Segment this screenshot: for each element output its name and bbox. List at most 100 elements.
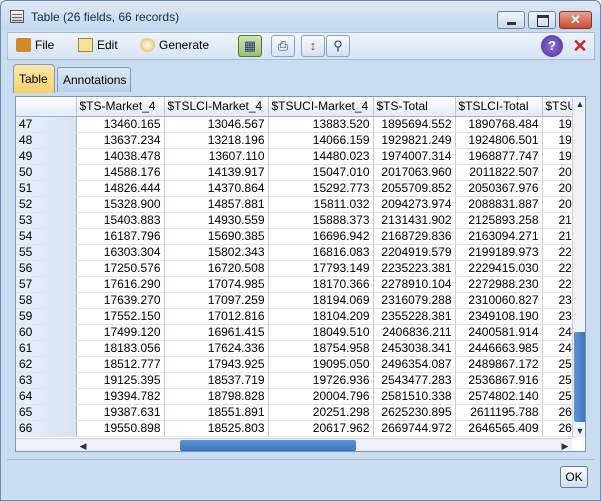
table-cell[interactable]: 17499.120: [76, 324, 165, 341]
table-row[interactable]: 53 15403.883 14930.559 15888.373 2131431.902…: [16, 212, 583, 229]
row-number-cell[interactable]: 50: [16, 164, 77, 181]
horizontal-scroll-thumb[interactable]: [180, 440, 356, 451]
table-cell[interactable]: 20004.796: [268, 388, 374, 405]
table-cell[interactable]: 15328.900: [76, 196, 165, 213]
row-number-cell[interactable]: 48: [16, 132, 77, 149]
table-cell[interactable]: 2581510.338: [373, 388, 456, 405]
table-cell[interactable]: 2536867.916: [455, 372, 543, 389]
table-cell[interactable]: 18512.777: [76, 356, 165, 373]
table-row[interactable]: 66 19550.898 18525.803 20617.962 2669744.972…: [16, 420, 583, 437]
table-row[interactable]: 50 14588.176 14139.917 15047.010 2017063.960…: [16, 164, 583, 181]
table-cell[interactable]: 19726.936: [268, 372, 374, 389]
table-cell[interactable]: 15690.385: [164, 228, 269, 245]
table-cell[interactable]: 17074.985: [164, 276, 269, 293]
table-cell[interactable]: 13046.567: [164, 116, 269, 133]
table-cell[interactable]: 2163094.271: [455, 228, 543, 245]
table-cell[interactable]: 2446663.985: [455, 340, 543, 357]
row-number-cell[interactable]: 64: [16, 388, 77, 405]
table-cell[interactable]: 16816.083: [268, 244, 374, 261]
table-cell[interactable]: 14588.176: [76, 164, 165, 181]
table-cell[interactable]: 14139.917: [164, 164, 269, 181]
table-cell[interactable]: 19387.631: [76, 404, 165, 421]
table-cell[interactable]: 17943.925: [164, 356, 269, 373]
row-number-cell[interactable]: 56: [16, 260, 77, 277]
table-cell[interactable]: 13637.234: [76, 132, 165, 149]
table-row[interactable]: 47 13460.165 13046.567 13883.520 1895694.552…: [16, 116, 583, 133]
row-number-cell[interactable]: 63: [16, 372, 77, 389]
row-number-cell[interactable]: 66: [16, 420, 77, 437]
tab-table[interactable]: Table: [13, 64, 55, 93]
table-cell[interactable]: 19550.898: [76, 420, 165, 437]
row-number-cell[interactable]: 47: [16, 116, 77, 133]
row-number-cell[interactable]: 58: [16, 292, 77, 309]
table-cell[interactable]: 2278910.104: [373, 276, 456, 293]
table-cell[interactable]: 2235223.381: [373, 260, 456, 277]
table-cell[interactable]: 17624.336: [164, 340, 269, 357]
table-cell[interactable]: 17639.270: [76, 292, 165, 309]
table-cell[interactable]: 14857.881: [164, 196, 269, 213]
table-row[interactable]: 52 15328.900 14857.881 15811.032 2094273.974…: [16, 196, 583, 213]
table-row[interactable]: 48 13637.234 13218.196 14066.159 1929821.249…: [16, 132, 583, 149]
table-cell[interactable]: 15888.373: [268, 212, 374, 229]
table-cell[interactable]: 2094273.974: [373, 196, 456, 213]
table-row[interactable]: 51 14826.444 14370.864 15292.773 2055709.852…: [16, 180, 583, 197]
table-row[interactable]: 54 16187.796 15690.385 16696.942 2168729.836…: [16, 228, 583, 245]
table-cell[interactable]: 1968877.747: [455, 148, 543, 165]
table-row[interactable]: 59 17552.150 17012.816 18104.209 2355228.381…: [16, 308, 583, 325]
close-button[interactable]: ✕: [569, 35, 591, 57]
table-cell[interactable]: 13218.196: [164, 132, 269, 149]
table-cell[interactable]: 2055709.852: [373, 180, 456, 197]
row-number-cell[interactable]: 54: [16, 228, 77, 245]
table-cell[interactable]: 2272988.230: [455, 276, 543, 293]
scroll-up-icon[interactable]: ▲: [573, 97, 585, 111]
table-cell[interactable]: 18798.828: [164, 388, 269, 405]
table-cell[interactable]: 2131431.902: [373, 212, 456, 229]
table-cell[interactable]: 2050367.976: [455, 180, 543, 197]
table-cell[interactable]: 16696.942: [268, 228, 374, 245]
table-cell[interactable]: 15802.343: [164, 244, 269, 261]
column-header-rownum[interactable]: [16, 97, 77, 117]
table-cell[interactable]: 13460.165: [76, 116, 165, 133]
table-cell[interactable]: 18551.891: [164, 404, 269, 421]
table-cell[interactable]: 2125893.258: [455, 212, 543, 229]
table-cell[interactable]: 2088831.887: [455, 196, 543, 213]
table-row[interactable]: 49 14038.478 13607.110 14480.023 1974007.314…: [16, 148, 583, 165]
menu-generate[interactable]: Generate: [140, 38, 209, 56]
table-cell[interactable]: 2168729.836: [373, 228, 456, 245]
row-number-cell[interactable]: 59: [16, 308, 77, 325]
menu-file[interactable]: File: [16, 38, 54, 56]
table-cell[interactable]: 2349108.190: [455, 308, 543, 325]
table-cell[interactable]: 13607.110: [164, 148, 269, 165]
table-cell[interactable]: 14826.444: [76, 180, 165, 197]
row-number-cell[interactable]: 57: [16, 276, 77, 293]
table-cell[interactable]: 2199189.973: [455, 244, 543, 261]
table-cell[interactable]: 18754.958: [268, 340, 374, 357]
print-button[interactable]: ⎙: [271, 35, 295, 57]
table-row[interactable]: 56 17250.576 16720.508 17793.149 2235223.381…: [16, 260, 583, 277]
table-cell[interactable]: 2453038.341: [373, 340, 456, 357]
vertical-scrollbar[interactable]: ▲ ▼: [572, 97, 585, 438]
table-cell[interactable]: 14066.159: [268, 132, 374, 149]
table-cell[interactable]: 2543477.283: [373, 372, 456, 389]
table-row[interactable]: 65 19387.631 18551.891 20251.298 2625230.895…: [16, 404, 583, 421]
table-cell[interactable]: 2496354.087: [373, 356, 456, 373]
table-cell[interactable]: 18183.056: [76, 340, 165, 357]
table-cell[interactable]: 18104.209: [268, 308, 374, 325]
table-cell[interactable]: 18525.803: [164, 420, 269, 437]
menu-edit[interactable]: Edit: [78, 38, 118, 56]
table-cell[interactable]: 18537.719: [164, 372, 269, 389]
table-cell[interactable]: 18049.510: [268, 324, 374, 341]
table-cell[interactable]: 19095.050: [268, 356, 374, 373]
table-cell[interactable]: 1890768.484: [455, 116, 543, 133]
table-cell[interactable]: 14930.559: [164, 212, 269, 229]
row-number-cell[interactable]: 65: [16, 404, 77, 421]
table-cell[interactable]: 1924806.501: [455, 132, 543, 149]
table-cell[interactable]: 18170.366: [268, 276, 374, 293]
table-cell[interactable]: 16187.796: [76, 228, 165, 245]
minimize-button[interactable]: [497, 11, 525, 29]
table-cell[interactable]: 19394.782: [76, 388, 165, 405]
row-number-cell[interactable]: 62: [16, 356, 77, 373]
table-cell[interactable]: 19125.395: [76, 372, 165, 389]
table-cell[interactable]: 17793.149: [268, 260, 374, 277]
table-row[interactable]: 64 19394.782 18798.828 20004.796 2581510.338…: [16, 388, 583, 405]
